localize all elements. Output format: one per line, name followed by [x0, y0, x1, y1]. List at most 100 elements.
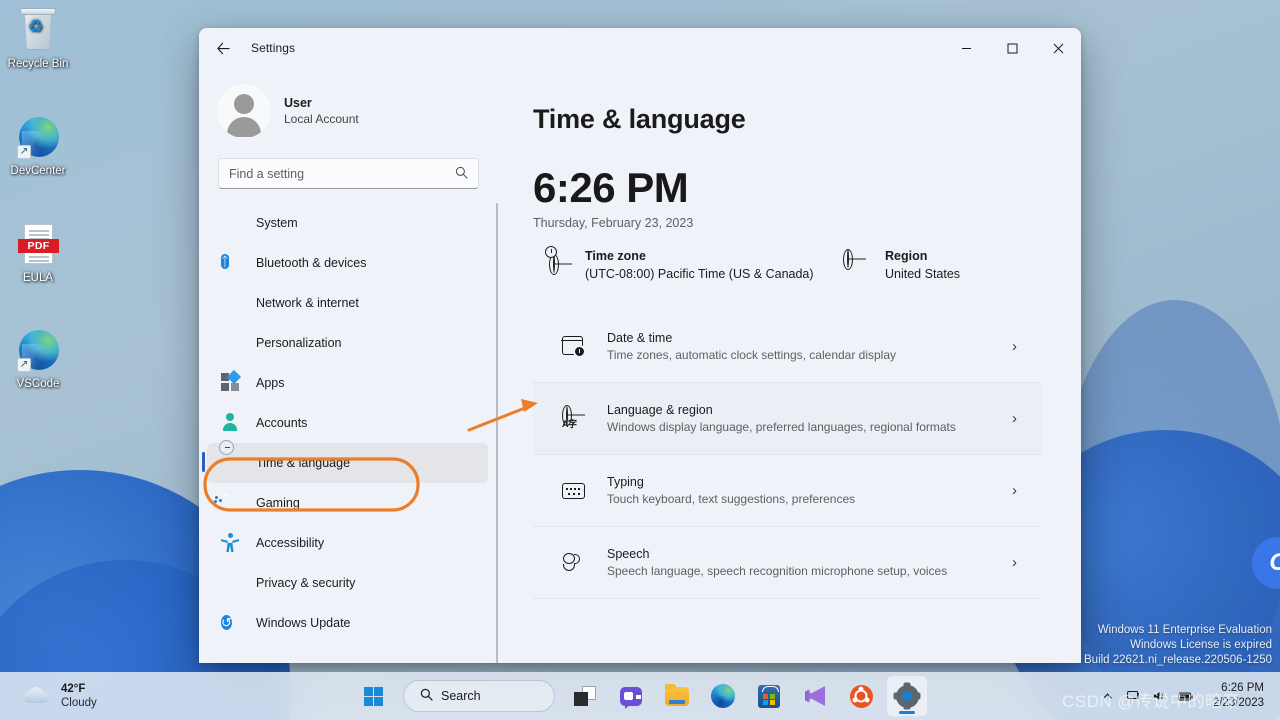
sidebar-item-label: Bluetooth & devices: [256, 256, 367, 270]
clock-globe-icon: [221, 453, 241, 473]
settings-row-subtitle: Windows display language, preferred lang…: [607, 420, 956, 434]
close-button[interactable]: [1035, 28, 1081, 68]
settings-row-language-region[interactable]: A字 Language & region Windows display lan…: [533, 383, 1041, 455]
window-title: Settings: [251, 41, 296, 55]
windows-start-icon: [363, 686, 383, 706]
task-view-button[interactable]: [565, 676, 605, 716]
account-row[interactable]: User Local Account: [199, 68, 498, 142]
sidebar-item-label: Personalization: [256, 336, 342, 350]
ubuntu-button[interactable]: [841, 676, 881, 716]
desktop-icon-vscode[interactable]: ↗ VSCode: [0, 328, 76, 391]
close-icon: [1053, 43, 1063, 53]
sidebar-item-personalization[interactable]: Personalization: [207, 323, 488, 363]
region-value: United States: [885, 267, 961, 281]
watermark-line: Build 22621.ni_release.220506-1250: [1084, 654, 1272, 666]
settings-row-speech[interactable]: Speech Speech language, speech recogniti…: [533, 527, 1041, 599]
sidebar-item-windows-update[interactable]: ↺ Windows Update: [207, 603, 488, 643]
sidebar-nav: System ᛏ Bluetooth & devices Network & i…: [199, 203, 498, 663]
desktop-icon-label: DevCenter: [10, 165, 66, 177]
sidebar: User Local Account Find a setting System…: [199, 68, 498, 663]
settings-row-title: Typing: [607, 475, 644, 489]
time-zone-info: Time zone (UTC-08:00) Pacific Time (US &…: [545, 246, 847, 283]
current-date: Thursday, February 23, 2023: [533, 216, 694, 230]
globe-language-icon: A字: [561, 405, 589, 432]
accessibility-icon: [221, 533, 241, 553]
visual-studio-button[interactable]: [795, 676, 835, 716]
taskbar-center-group: Search: [353, 676, 927, 716]
search-icon: [455, 166, 468, 182]
weather-widget[interactable]: 42°F Cloudy: [14, 678, 105, 714]
refresh-icon: ↺: [221, 615, 232, 630]
sidebar-item-label: Privacy & security: [256, 576, 356, 590]
page-title: Time & language: [533, 104, 746, 134]
sidebar-item-network-internet[interactable]: Network & internet: [207, 283, 488, 323]
wifi-icon: [221, 293, 241, 313]
window-body: User Local Account Find a setting System…: [199, 68, 1081, 663]
sidebar-item-label: Accounts: [256, 416, 308, 430]
task-view-icon: [574, 686, 596, 706]
bluetooth-icon: ᛏ: [221, 254, 229, 269]
minimize-button[interactable]: [943, 28, 989, 68]
current-time: 6:26 PM: [533, 164, 689, 211]
desktop-icon-recycle-bin[interactable]: ♻ Recycle Bin: [0, 8, 76, 71]
window-titlebar: Settings: [199, 28, 1081, 68]
search-input[interactable]: [229, 166, 449, 181]
edge-button[interactable]: [703, 676, 743, 716]
settings-row-subtitle: Time zones, automatic clock settings, ca…: [607, 348, 897, 362]
sidebar-item-privacy-security[interactable]: Privacy & security: [207, 563, 488, 603]
settings-row-subtitle: Touch keyboard, text suggestions, prefer…: [607, 492, 856, 506]
taskbar-search-button[interactable]: Search: [403, 680, 555, 712]
person-icon: [221, 413, 241, 433]
maximize-button[interactable]: [989, 28, 1035, 68]
microsoft-store-button[interactable]: [749, 676, 789, 716]
sidebar-item-label: Network & internet: [256, 296, 359, 310]
recycle-bin-icon: ♻: [15, 8, 61, 54]
settings-row-title: Language & region: [607, 403, 713, 417]
chevron-right-icon: ›: [1012, 482, 1017, 499]
folder-icon: [665, 683, 689, 706]
sidebar-item-label: Time & language: [256, 456, 351, 470]
region-title: Region: [885, 249, 928, 263]
file-explorer-button[interactable]: [657, 676, 697, 716]
settings-window: Settings User Local Account Find a setti…: [199, 28, 1081, 663]
start-button[interactable]: [353, 676, 393, 716]
edge-shortcut-icon: ↗: [15, 328, 61, 374]
edge-icon: [711, 684, 735, 708]
sidebar-item-label: Gaming: [256, 496, 300, 510]
settings-search-box[interactable]: [218, 158, 479, 189]
sidebar-scrollbar[interactable]: [496, 203, 498, 663]
ubuntu-icon: [849, 684, 873, 708]
maximize-icon: [1007, 43, 1017, 53]
sidebar-item-accounts[interactable]: Accounts: [207, 403, 488, 443]
watermark-line: Windows License is expired: [1130, 639, 1272, 651]
watermark-line: Windows 11 Enterprise Evaluation: [1097, 624, 1272, 636]
back-button[interactable]: [207, 32, 239, 64]
desktop-icon-eula[interactable]: PDF EULA: [0, 222, 76, 285]
monitor-icon: [221, 213, 241, 233]
cloud-icon: [22, 685, 52, 707]
taskbar-search-label: Search: [441, 689, 481, 703]
sidebar-item-gaming[interactable]: Gaming: [207, 483, 488, 523]
gear-icon: [895, 684, 919, 708]
sidebar-item-time-language[interactable]: Time & language: [202, 443, 488, 483]
sidebar-item-apps[interactable]: Apps: [207, 363, 488, 403]
arrow-left-icon: [216, 42, 230, 54]
csdn-watermark: CSDN @传说中的暗帝: [1062, 692, 1241, 711]
desktop-icon-devcenter[interactable]: ↗ DevCenter: [0, 115, 76, 178]
account-type: Local Account: [284, 111, 359, 126]
sidebar-item-label: System: [256, 216, 298, 230]
chat-button[interactable]: [611, 676, 651, 716]
account-name: User: [284, 95, 312, 110]
settings-row-typing[interactable]: Typing Touch keyboard, text suggestions,…: [533, 455, 1041, 527]
settings-row-date-time[interactable]: Date & time Time zones, automatic clock …: [533, 311, 1041, 383]
sidebar-item-label: Accessibility: [256, 536, 325, 550]
windows-evaluation-watermark: Windows 11 Enterprise Evaluation Windows…: [1084, 623, 1272, 668]
sidebar-item-bluetooth-devices[interactable]: ᛏ Bluetooth & devices: [207, 243, 488, 283]
sidebar-item-accessibility[interactable]: Accessibility: [207, 523, 488, 563]
globe-icon: [847, 249, 873, 268]
settings-taskbar-button[interactable]: [887, 676, 927, 716]
time-zone-title: Time zone: [585, 249, 646, 263]
edge-shortcut-icon: ↗: [15, 115, 61, 161]
shortcut-arrow-icon: ↗: [17, 358, 31, 372]
sidebar-item-system[interactable]: System: [207, 203, 488, 243]
